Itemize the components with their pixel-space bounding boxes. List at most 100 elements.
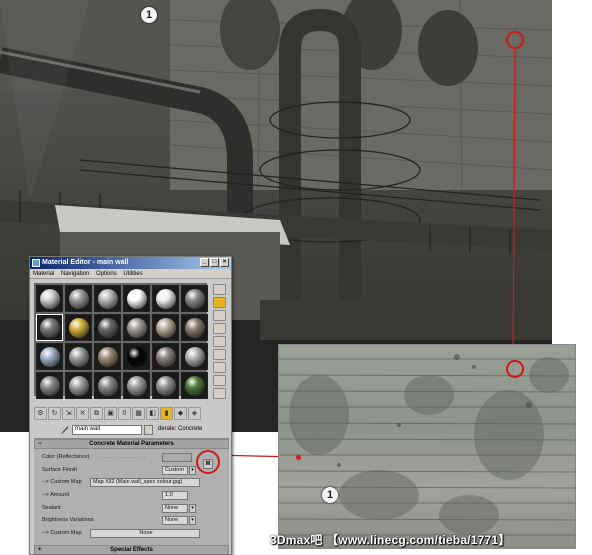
concrete-texture-inset: [278, 344, 576, 549]
material-id-channel-icon[interactable]: 0: [118, 407, 131, 420]
material-slot[interactable]: [123, 314, 150, 341]
reset-map-icon[interactable]: ✕: [76, 407, 89, 420]
color-swatch[interactable]: [162, 453, 192, 462]
material-slot[interactable]: [65, 285, 92, 312]
material-sphere: [127, 347, 147, 367]
title-bar[interactable]: Material Editor - main wall _ □ ×: [30, 257, 231, 269]
backlight-icon[interactable]: [213, 297, 226, 308]
sealant-select[interactable]: None: [162, 504, 188, 513]
material-sphere: [156, 376, 176, 396]
side-toolbar: [212, 283, 228, 403]
material-slot[interactable]: [36, 343, 63, 370]
material-slot[interactable]: [152, 314, 179, 341]
make-preview-icon[interactable]: [213, 349, 226, 360]
material-sphere: [40, 318, 60, 338]
material-slot[interactable]: [123, 285, 150, 312]
material-slot[interactable]: [123, 343, 150, 370]
assign-to-selection-icon[interactable]: ⇲: [62, 407, 75, 420]
material-slot[interactable]: [94, 372, 121, 399]
material-editor-window: Material Editor - main wall _ □ × Materi…: [29, 256, 232, 555]
rollout-header[interactable]: − Concrete Material Parameters: [34, 439, 229, 449]
material-type-button[interactable]: derale: Concrete: [158, 426, 202, 432]
material-slot[interactable]: [123, 372, 150, 399]
material-sphere: [40, 347, 60, 367]
pick-material-icon[interactable]: ◈: [188, 407, 201, 420]
custom-map2-button[interactable]: None: [90, 529, 200, 538]
minimize-button[interactable]: _: [200, 258, 209, 267]
material-slot[interactable]: [94, 285, 121, 312]
menu-material[interactable]: Material: [33, 271, 54, 277]
brightness-dropdown-icon[interactable]: ▾: [189, 516, 196, 525]
material-slot[interactable]: [36, 372, 63, 399]
material-slot[interactable]: [94, 314, 121, 341]
show-map-in-viewport-icon[interactable]: ▦: [132, 407, 145, 420]
watermark: 3Dmax吧 【www.linecg.com/tieba/1771】: [270, 533, 511, 547]
material-sphere: [156, 318, 176, 338]
sample-uv-tiling-icon[interactable]: [213, 323, 226, 334]
material-slot[interactable]: [152, 343, 179, 370]
material-name-dropdown[interactable]: [144, 425, 153, 435]
brightness-select[interactable]: None: [162, 516, 188, 525]
material-sphere: [127, 289, 147, 309]
color-label: Color (Reflectance): [42, 454, 90, 460]
custom-map2-label: --> Custom Map: [42, 530, 82, 536]
menu-utilities[interactable]: Utilities: [123, 271, 142, 277]
go-to-parent-icon[interactable]: ▮: [160, 407, 173, 420]
maximize-button[interactable]: □: [210, 258, 219, 267]
eyedropper-icon[interactable]: [60, 425, 69, 435]
material-slot[interactable]: [94, 343, 121, 370]
texture-marker: 1: [322, 487, 338, 503]
put-to-library-icon[interactable]: ▣: [104, 407, 117, 420]
material-slot[interactable]: [181, 372, 208, 399]
get-material-icon[interactable]: ⚙: [34, 407, 47, 420]
special-effects-header[interactable]: + Special Effects: [34, 545, 229, 554]
put-to-scene-icon[interactable]: ↻: [48, 407, 61, 420]
menu-bar: Material Navigation Options Utilities: [30, 269, 231, 279]
concrete-parameters-rollout: − Concrete Material Parameters Color (Re…: [34, 438, 229, 554]
concrete-texture: [279, 354, 575, 536]
material-slot[interactable]: [152, 285, 179, 312]
material-sphere: [69, 289, 89, 309]
show-end-result-icon[interactable]: ◧: [146, 407, 159, 420]
surface-finish-dropdown-icon[interactable]: ▾: [189, 466, 196, 475]
material-sphere: [98, 347, 118, 367]
options-icon[interactable]: [213, 362, 226, 373]
material-slot[interactable]: [36, 314, 63, 341]
material-slot-grid: [34, 283, 208, 399]
material-slot[interactable]: [181, 343, 208, 370]
material-slot[interactable]: [152, 372, 179, 399]
sample-type-icon[interactable]: [213, 284, 226, 295]
material-slot[interactable]: [65, 314, 92, 341]
material-map-navigator-icon[interactable]: [213, 388, 226, 399]
amount-input[interactable]: 1.0: [162, 491, 188, 500]
menu-navigation[interactable]: Navigation: [61, 271, 89, 277]
material-slot[interactable]: [65, 372, 92, 399]
custom-map-button[interactable]: Map #32 (Main wall_spec colour.jpg): [90, 478, 200, 487]
go-forward-to-sibling-icon[interactable]: ◆: [174, 407, 187, 420]
brightness-label: Brightness Variations: [42, 517, 94, 523]
background-checker-icon[interactable]: [213, 310, 226, 321]
video-color-check-icon[interactable]: [213, 336, 226, 347]
material-slot[interactable]: [181, 314, 208, 341]
window-title: Material Editor - main wall: [42, 259, 129, 266]
close-button[interactable]: ×: [220, 258, 229, 267]
collapse-icon: −: [38, 441, 42, 447]
texture-highlight-ring: [506, 360, 524, 378]
material-sphere: [127, 318, 147, 338]
scene-highlight-ring: [506, 31, 524, 49]
material-name-field[interactable]: main wall: [72, 425, 142, 435]
material-sphere: [127, 376, 147, 396]
material-sphere: [98, 318, 118, 338]
surface-finish-select[interactable]: Custom: [162, 466, 188, 475]
color-dots: . . . . . . . . . . . . . . . .: [98, 454, 146, 460]
scene-marker: 1: [141, 7, 157, 23]
material-slot[interactable]: [65, 343, 92, 370]
material-slot[interactable]: [36, 285, 63, 312]
menu-options[interactable]: Options: [96, 271, 117, 277]
material-slot[interactable]: [181, 285, 208, 312]
material-sphere: [98, 289, 118, 309]
surface-finish-label: Surface Finish: [42, 467, 78, 473]
make-unique-icon[interactable]: ⧉: [90, 407, 103, 420]
select-by-material-icon[interactable]: [213, 375, 226, 386]
sealant-dropdown-icon[interactable]: ▾: [189, 504, 196, 513]
